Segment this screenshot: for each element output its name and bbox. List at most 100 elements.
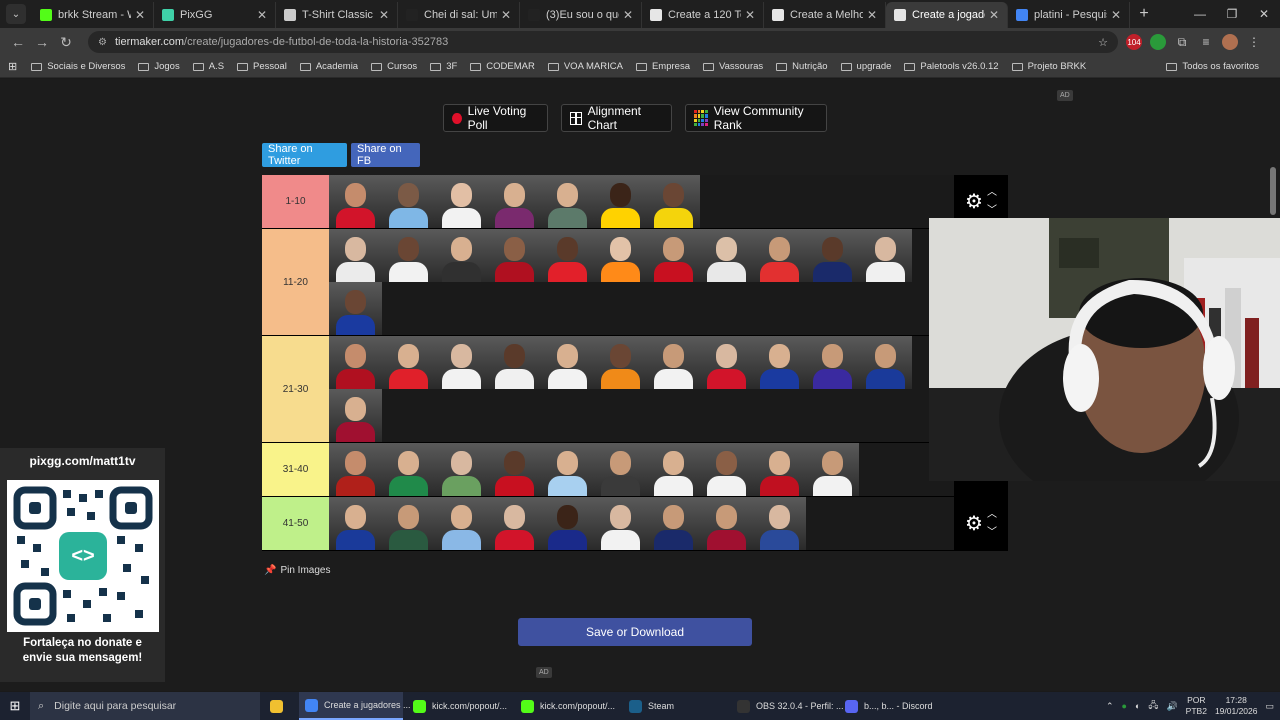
- player-card[interactable]: [382, 497, 435, 550]
- close-window-icon[interactable]: ✕: [1248, 7, 1280, 21]
- new-tab-button[interactable]: +: [1130, 5, 1158, 23]
- player-card[interactable]: [329, 389, 382, 442]
- gear-icon[interactable]: ⚙: [965, 511, 983, 536]
- player-card[interactable]: [859, 336, 912, 389]
- apps-grid-icon[interactable]: ⊞: [8, 60, 17, 73]
- player-card[interactable]: [382, 443, 435, 496]
- browser-tab[interactable]: PixGG ✕: [154, 2, 276, 28]
- share-facebook-button[interactable]: Share on FB: [351, 143, 420, 167]
- player-card[interactable]: [647, 497, 700, 550]
- all-bookmarks-folder[interactable]: Todos os favoritos: [1166, 61, 1259, 72]
- tab-close-icon[interactable]: ✕: [745, 8, 755, 22]
- browser-tab[interactable]: platini - Pesquisa Go ✕: [1008, 2, 1130, 28]
- player-card[interactable]: [647, 443, 700, 496]
- reload-icon[interactable]: ↻: [54, 34, 78, 51]
- move-down-icon[interactable]: ﹀: [987, 202, 997, 220]
- move-down-icon[interactable]: ﹀: [987, 524, 997, 542]
- tab-close-icon[interactable]: ✕: [867, 8, 877, 22]
- player-card[interactable]: [329, 175, 382, 228]
- bookmark-folder[interactable]: Paletools v26.0.12: [904, 61, 999, 72]
- tab-close-icon[interactable]: ✕: [135, 8, 145, 22]
- pin-images-toggle[interactable]: 📌 Pin Images: [264, 565, 330, 576]
- tier-label[interactable]: 11-20: [262, 229, 329, 335]
- browser-tab[interactable]: Create a jogadores d ✕: [886, 2, 1008, 28]
- bookmark-folder[interactable]: Projeto BRKK: [1011, 61, 1086, 72]
- player-card[interactable]: [488, 443, 541, 496]
- tier-label[interactable]: 31-40: [262, 443, 329, 496]
- notifications-icon[interactable]: ▭: [1265, 701, 1274, 712]
- player-card[interactable]: [488, 497, 541, 550]
- player-card[interactable]: [594, 443, 647, 496]
- player-card[interactable]: [541, 175, 594, 228]
- player-card[interactable]: [594, 229, 647, 282]
- player-card[interactable]: [594, 175, 647, 228]
- tab-close-icon[interactable]: ✕: [501, 8, 511, 22]
- profile-avatar[interactable]: [1222, 34, 1238, 50]
- player-card[interactable]: [753, 497, 806, 550]
- input-language[interactable]: POR PTB2: [1186, 695, 1207, 717]
- file-explorer-app[interactable]: [264, 692, 295, 720]
- media-controls-icon[interactable]: ≡: [1198, 34, 1214, 50]
- bookmark-folder[interactable]: Sociais e Diversos: [31, 61, 125, 72]
- taskbar-app[interactable]: b..., b... - Discord: [839, 692, 943, 720]
- community-rank-button[interactable]: View Community Rank: [685, 104, 827, 132]
- player-card[interactable]: [541, 336, 594, 389]
- player-card[interactable]: [488, 175, 541, 228]
- player-card[interactable]: [435, 336, 488, 389]
- player-card[interactable]: [329, 497, 382, 550]
- live-voting-poll-button[interactable]: Live Voting Poll: [443, 104, 548, 132]
- restore-icon[interactable]: ❐: [1216, 7, 1248, 21]
- bookmark-star-icon[interactable]: ☆: [1098, 36, 1108, 49]
- player-card[interactable]: [700, 336, 753, 389]
- player-card[interactable]: [435, 175, 488, 228]
- player-card[interactable]: [806, 443, 859, 496]
- minimize-icon[interactable]: —: [1184, 7, 1216, 21]
- network-icon[interactable]: 🖧: [1148, 698, 1158, 714]
- player-card[interactable]: [806, 229, 859, 282]
- volume-icon[interactable]: 🔊: [1166, 701, 1177, 712]
- player-card[interactable]: [753, 336, 806, 389]
- browser-tab[interactable]: Create a 120 Top On ✕: [642, 2, 764, 28]
- bookmark-folder[interactable]: VOA MARICA: [547, 61, 623, 72]
- tray-extra-icon[interactable]: ◐: [1135, 701, 1140, 711]
- player-card[interactable]: [700, 497, 753, 550]
- player-card[interactable]: [382, 229, 435, 282]
- bookmark-folder[interactable]: CODEMAR: [470, 61, 535, 72]
- player-card[interactable]: [488, 336, 541, 389]
- taskbar-app[interactable]: OBS 32.0.4 - Perfil: ...: [731, 692, 844, 720]
- alignment-chart-button[interactable]: Alignment Chart: [561, 104, 672, 132]
- browser-tab[interactable]: T-Shirt Classic Vectra ✕: [276, 2, 398, 28]
- taskbar-app[interactable]: Steam: [623, 692, 727, 720]
- bookmark-folder[interactable]: upgrade: [840, 61, 891, 72]
- player-card[interactable]: [488, 229, 541, 282]
- taskbar-search[interactable]: ⌕ Digite aqui para pesquisar: [30, 692, 260, 720]
- taskbar-app[interactable]: kick.com/popout/...: [515, 692, 619, 720]
- browser-tab[interactable]: (3)Eu sou o que desm ✕: [520, 2, 642, 28]
- player-card[interactable]: [594, 497, 647, 550]
- taskbar-app[interactable]: Create a jugadores ...: [299, 692, 411, 720]
- tier-label[interactable]: 41-50: [262, 497, 329, 550]
- tab-close-icon[interactable]: ✕: [623, 8, 633, 22]
- player-card[interactable]: [435, 497, 488, 550]
- bookmark-folder[interactable]: Empresa: [635, 61, 690, 72]
- clock[interactable]: 17:28 19/01/2026: [1215, 695, 1258, 717]
- bookmark-folder[interactable]: Nutrição: [776, 61, 828, 72]
- player-card[interactable]: [753, 443, 806, 496]
- player-card[interactable]: [329, 229, 382, 282]
- tab-search-button[interactable]: ⌄: [6, 4, 26, 24]
- bookmark-folder[interactable]: Cursos: [371, 61, 417, 72]
- adblock-extension-icon[interactable]: 104: [1126, 34, 1142, 50]
- browser-tab[interactable]: Create a Melhores lu ✕: [764, 2, 886, 28]
- bookmark-folder[interactable]: Academia: [299, 61, 358, 72]
- extension-icon[interactable]: [1150, 34, 1166, 50]
- move-up-icon[interactable]: ︿: [987, 184, 997, 202]
- tab-close-icon[interactable]: ✕: [1111, 8, 1121, 22]
- player-card[interactable]: [329, 443, 382, 496]
- tab-close-icon[interactable]: ✕: [379, 8, 389, 22]
- player-card[interactable]: [700, 229, 753, 282]
- extensions-puzzle-icon[interactable]: ⧉: [1174, 34, 1190, 50]
- player-card[interactable]: [806, 336, 859, 389]
- player-card[interactable]: [541, 497, 594, 550]
- bookmark-folder[interactable]: 3F: [430, 61, 457, 72]
- tray-chevron-icon[interactable]: ⌃: [1106, 701, 1114, 712]
